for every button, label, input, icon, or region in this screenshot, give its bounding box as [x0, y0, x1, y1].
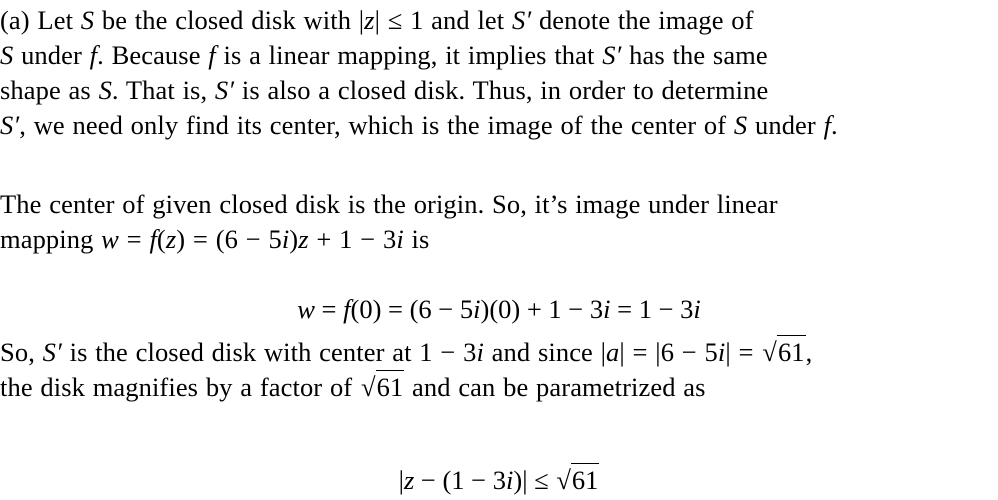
solution-page: (a) Let S be the closed disk with |z| ≤ … — [0, 0, 998, 500]
sqrt-sign-icon: √ — [762, 337, 777, 367]
var-i: i — [506, 465, 514, 495]
var-i: i — [693, 294, 701, 324]
sqrt-radicand: 61 — [570, 463, 600, 495]
var-z: z — [403, 465, 415, 495]
paragraph-center: The center of given closed disk is the o… — [0, 187, 998, 257]
var-i: i — [603, 294, 611, 324]
sqrt-expression: √61 — [555, 463, 600, 498]
paragraph-setup-line-1: (a) Let S be the closed disk with |z| ≤ … — [0, 5, 754, 35]
var-i: i — [473, 294, 481, 324]
image-set-symbol: S′ — [0, 110, 20, 140]
func-symbol: f — [208, 40, 216, 70]
image-set-symbol: S′ — [602, 40, 622, 70]
equation-image-of-origin: w = f(0) = (6 − 5i)(0) + 1 − 3i = 1 − 3i — [297, 294, 701, 324]
set-symbol: S — [98, 75, 112, 105]
var-z: z — [298, 224, 309, 254]
var-i: i — [281, 224, 290, 254]
image-set-symbol: S′ — [42, 337, 62, 367]
var-i: i — [476, 337, 484, 367]
sqrt-expression: √61 — [761, 335, 806, 370]
paragraph-setup-line-4: S′, we need only find its center, which … — [0, 110, 838, 140]
paragraph-setup-line-3: shape as S. That is, S′ is also a closed… — [0, 75, 769, 105]
func-symbol: f — [823, 110, 832, 140]
var-w: w — [101, 224, 119, 254]
sqrt-radicand: 61 — [375, 370, 405, 402]
paragraph-setup: (a) Let S be the closed disk with |z| ≤ … — [0, 3, 998, 143]
paragraph-center-line-1: The center of given closed disk is the o… — [0, 189, 778, 219]
var-z: z — [165, 224, 177, 254]
var-w: w — [297, 294, 315, 324]
var-i: i — [717, 337, 726, 367]
equation-disk-parametrization: |z − (1 − 3i)| ≤ √61 — [0, 463, 998, 498]
paragraph-conclusion: So, S′ is the closed disk with center at… — [0, 335, 998, 405]
func-symbol: f — [149, 224, 157, 254]
func-symbol: f — [343, 294, 351, 324]
sqrt-sign-icon: √ — [360, 372, 376, 402]
paragraph-conclusion-line-1: So, S′ is the closed disk with center at… — [0, 335, 998, 370]
sqrt-expression: √61 — [360, 370, 405, 405]
set-symbol: S — [0, 40, 14, 70]
image-set-symbol: S′ — [214, 75, 235, 105]
var-a: a — [606, 337, 620, 367]
image-set-symbol: S′ — [511, 5, 532, 35]
var-i: i — [396, 224, 404, 254]
set-symbol: S — [733, 110, 748, 140]
paragraph-setup-line-2: S under f. Because f is a linear mapping… — [0, 40, 768, 70]
func-symbol: f — [89, 40, 98, 70]
paragraph-conclusion-line-2: the disk magnifies by a factor of √61 an… — [0, 370, 998, 405]
set-symbol: S — [80, 5, 95, 35]
var-z: z — [364, 5, 375, 35]
paragraph-center-line-2: mapping w = f(z) = (6 − 5i)z + 1 − 3i is — [0, 224, 430, 254]
sqrt-sign-icon: √ — [556, 465, 571, 495]
sqrt-radicand: 61 — [776, 335, 806, 367]
